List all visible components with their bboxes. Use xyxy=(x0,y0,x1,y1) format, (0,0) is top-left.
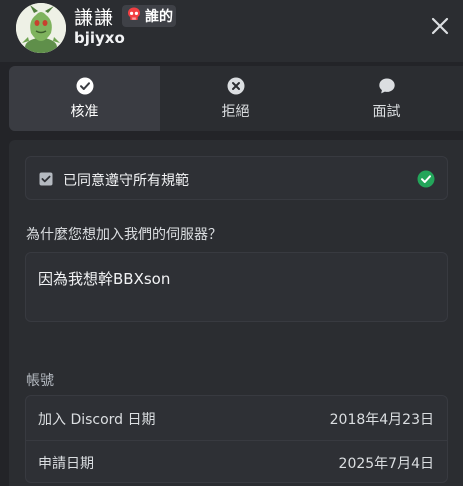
close-icon xyxy=(431,17,449,35)
interview-button[interactable]: 面試 xyxy=(311,66,462,131)
interview-label: 面試 xyxy=(372,103,401,120)
check-circle-icon xyxy=(76,77,93,94)
reject-button[interactable]: 拒絕 xyxy=(160,66,311,131)
reject-label: 拒絕 xyxy=(221,103,250,120)
checkbox-icon xyxy=(39,171,53,190)
name-row: 謙謙 誰的 xyxy=(74,4,177,29)
applied-date-label: 申請日期 xyxy=(38,456,94,472)
approve-label: 核准 xyxy=(70,103,99,120)
account-info: 加入 Discord 日期 2018年4月23日 申請日期 2025年7月4日 xyxy=(25,395,448,483)
review-actions: 核准 拒絕 面試 xyxy=(9,66,463,131)
joined-discord-label: 加入 Discord 日期 xyxy=(38,412,156,428)
display-name: 謙謙 xyxy=(74,6,115,29)
question-label: 為什麼您想加入我們的伺服器？ xyxy=(26,227,222,243)
server-tag[interactable]: 誰的 xyxy=(122,5,177,27)
success-check-icon xyxy=(417,170,435,192)
account-row: 加入 Discord 日期 2018年4月23日 xyxy=(26,396,447,441)
account-section-title: 帳號 xyxy=(26,373,54,389)
account-row: 申請日期 2025年7月4日 xyxy=(26,440,447,484)
applied-date-value: 2025年7月4日 xyxy=(338,456,434,472)
username: bjiyxo xyxy=(74,29,125,47)
application-details: 已同意遵守所有規範 為什麼您想加入我們的伺服器？ 因為我想幹BBXson 帳號 … xyxy=(9,140,463,486)
applicant-header: 謙謙 誰的 bjiyxo xyxy=(0,0,463,62)
joined-discord-value: 2018年4月23日 xyxy=(329,412,434,428)
x-circle-icon xyxy=(227,77,244,94)
application-review-window: 謙謙 誰的 bjiyxo 核准 拒絕 面試 已同意遵守所有規範 為什麼您想加入我… xyxy=(0,0,463,486)
close-button[interactable] xyxy=(429,15,451,37)
rules-agreement-label: 已同意遵守所有規範 xyxy=(63,173,189,189)
server-tag-label: 誰的 xyxy=(145,9,174,25)
chat-bubble-icon xyxy=(378,78,395,93)
skull-icon xyxy=(126,6,142,26)
rules-agreement: 已同意遵守所有規範 xyxy=(25,156,448,200)
approve-button[interactable]: 核准 xyxy=(9,66,160,131)
answer-text: 因為我想幹BBXson xyxy=(38,270,171,288)
answer-box: 因為我想幹BBXson xyxy=(25,252,448,322)
avatar[interactable] xyxy=(16,3,66,53)
